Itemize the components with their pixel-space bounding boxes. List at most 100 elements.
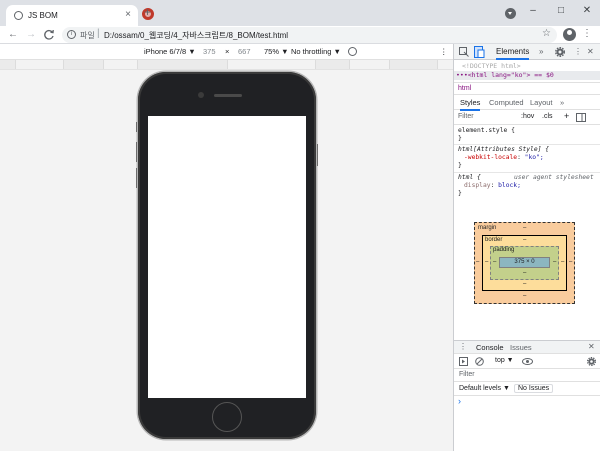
padding-bottom-value[interactable]: – bbox=[523, 270, 526, 276]
margin-label: margin bbox=[478, 225, 497, 231]
box-model-diagram: margin – – – – border – – – – padding – … bbox=[474, 222, 575, 304]
device-viewport bbox=[0, 70, 453, 451]
rule-close: } bbox=[458, 135, 462, 142]
rule-element-style[interactable]: element.style { } bbox=[454, 127, 600, 145]
address-bar[interactable]: i 파일 | D:/ossam/0_웹코딩/4_자바스크립트/8_BOM/tes… bbox=[62, 27, 557, 43]
border-right-value[interactable]: – bbox=[561, 259, 564, 265]
doctype-line[interactable]: <!DOCTYPE html> bbox=[462, 62, 521, 70]
devtools-close-button[interactable]: ✕ bbox=[587, 47, 594, 56]
phone-frame bbox=[138, 72, 316, 439]
device-mode-icon[interactable] bbox=[474, 46, 485, 58]
tab-title: JS BOM bbox=[28, 11, 58, 20]
device-toolbar-more[interactable]: ⋮ bbox=[440, 47, 448, 56]
margin-right-value[interactable]: – bbox=[569, 259, 572, 265]
padding-right-value[interactable]: – bbox=[553, 259, 556, 265]
bookmark-star-icon[interactable]: ☆ bbox=[542, 28, 551, 39]
title-bar: JS BOM × + – □ ✕ bbox=[0, 0, 600, 26]
media-query-ruler[interactable] bbox=[0, 60, 453, 70]
close-window-button[interactable]: ✕ bbox=[578, 4, 596, 18]
tab-search-button[interactable] bbox=[505, 8, 516, 19]
gear-icon[interactable] bbox=[555, 47, 565, 57]
hov-toggle[interactable]: :hov bbox=[521, 113, 534, 120]
width-input[interactable]: 375 bbox=[203, 47, 216, 56]
cls-toggle[interactable]: .cls bbox=[542, 113, 553, 120]
rule-selector: html { bbox=[458, 174, 481, 181]
border-bottom-value[interactable]: – bbox=[523, 281, 526, 287]
throttling-select[interactable]: No throttling ▼ bbox=[291, 47, 341, 56]
browser-tab[interactable]: JS BOM × bbox=[6, 5, 138, 26]
tab-console[interactable]: Console bbox=[476, 343, 504, 352]
margin-top-value[interactable]: – bbox=[523, 225, 526, 231]
drawer-menu-icon[interactable]: ⋮ bbox=[459, 342, 467, 351]
device-select[interactable]: iPhone 6/7/8 ▼ bbox=[144, 47, 196, 56]
reload-button[interactable] bbox=[42, 28, 56, 42]
camera-icon bbox=[198, 92, 204, 98]
forward-button[interactable]: → bbox=[24, 28, 38, 42]
devtools-tabbar: Elements » ⋮ ✕ bbox=[454, 44, 600, 60]
more-subtabs-button[interactable]: » bbox=[560, 98, 564, 107]
border-top-value[interactable]: – bbox=[523, 237, 526, 243]
tab-close-button[interactable]: × bbox=[125, 9, 131, 20]
times-sign: × bbox=[225, 47, 230, 56]
console-prompt[interactable]: › bbox=[458, 396, 461, 406]
tab-computed[interactable]: Computed bbox=[489, 98, 524, 107]
issues-button[interactable]: No Issues bbox=[514, 384, 554, 393]
plus-icon: + bbox=[144, 5, 152, 19]
rule-selector: html[Attributes Style] { bbox=[458, 146, 549, 153]
rule-value: "ko"; bbox=[524, 154, 544, 161]
inspect-element-icon[interactable] bbox=[459, 47, 469, 57]
eye-icon[interactable] bbox=[522, 358, 533, 365]
log-levels-select[interactable]: Default levels ▼ bbox=[459, 385, 510, 392]
html-element-line[interactable]: •••<html lang="ko"> == $0 bbox=[454, 71, 600, 80]
power-button bbox=[316, 144, 318, 166]
margin-bottom-value[interactable]: – bbox=[523, 293, 526, 299]
device-toolbar: iPhone 6/7/8 ▼ 375 × 667 75% ▼ No thrott… bbox=[0, 44, 453, 60]
context-select[interactable]: top ▼ bbox=[495, 357, 514, 364]
rule-html-ua[interactable]: html {user agent stylesheet display: blo… bbox=[454, 174, 600, 202]
zoom-select[interactable]: 75% ▼ bbox=[264, 47, 289, 56]
styles-filter-bar: Filter :hov .cls + bbox=[454, 110, 600, 125]
console-filter-bar: Filter bbox=[454, 369, 600, 382]
drawer-close-button[interactable]: ✕ bbox=[588, 342, 595, 351]
tab-issues[interactable]: Issues bbox=[510, 343, 532, 352]
dom-tree: <!DOCTYPE html> •••<html lang="ko"> == $… bbox=[454, 60, 600, 82]
rotate-icon[interactable] bbox=[348, 47, 357, 56]
rule-attributes-style[interactable]: html[Attributes Style] { -webkit-locale:… bbox=[454, 146, 600, 173]
new-rule-button[interactable]: + bbox=[564, 111, 569, 121]
globe-icon bbox=[14, 11, 23, 20]
style-rules: element.style { } html[Attributes Style]… bbox=[454, 125, 600, 205]
margin-left-value[interactable]: – bbox=[476, 259, 479, 265]
console-settings-gear-icon[interactable] bbox=[587, 357, 596, 366]
tab-elements[interactable]: Elements bbox=[496, 47, 530, 60]
speaker-grille bbox=[214, 94, 242, 97]
padding-left-value[interactable]: – bbox=[493, 259, 496, 265]
more-tabs-button[interactable]: » bbox=[539, 47, 543, 56]
back-button[interactable]: ← bbox=[6, 28, 20, 42]
styles-filter-input[interactable]: Filter bbox=[458, 113, 474, 120]
devtools-menu-icon[interactable]: ⋮ bbox=[574, 47, 582, 56]
box-model-content[interactable]: 375 × 0 bbox=[499, 257, 550, 268]
drawer-tabbar: ⋮ Console Issues ✕ bbox=[454, 340, 600, 354]
breadcrumb: html bbox=[454, 82, 600, 95]
minimize-button[interactable]: – bbox=[524, 4, 542, 18]
console-filter-input[interactable]: Filter bbox=[459, 371, 475, 378]
info-icon[interactable]: i bbox=[67, 30, 76, 39]
border-left-value[interactable]: – bbox=[485, 259, 488, 265]
url-text[interactable]: D:/ossam/0_웹코딩/4_자바스크립트/8_BOM/test.html bbox=[104, 30, 288, 41]
rule-source: user agent stylesheet bbox=[514, 174, 594, 181]
box-model-border: border – – – – padding – – – 375 × 0 bbox=[482, 235, 567, 291]
computed-sidebar-icon[interactable] bbox=[576, 113, 586, 122]
profile-avatar[interactable] bbox=[563, 28, 576, 41]
breadcrumb-html[interactable]: html bbox=[458, 85, 471, 92]
reload-icon bbox=[44, 29, 54, 40]
maximize-button[interactable]: □ bbox=[552, 4, 570, 18]
new-tab-button[interactable]: + bbox=[142, 5, 154, 20]
devtools-panel: Elements » ⋮ ✕ <!DOCTYPE html> •••<html … bbox=[453, 44, 600, 451]
height-input[interactable]: 667 bbox=[238, 47, 251, 56]
sidebar-toggle-icon[interactable] bbox=[459, 357, 468, 366]
tab-layout[interactable]: Layout bbox=[530, 98, 553, 107]
border-label: border bbox=[485, 237, 503, 243]
clear-console-icon[interactable] bbox=[475, 357, 484, 366]
device-screen[interactable] bbox=[148, 116, 306, 398]
browser-menu-button[interactable]: ⋮ bbox=[582, 28, 592, 39]
